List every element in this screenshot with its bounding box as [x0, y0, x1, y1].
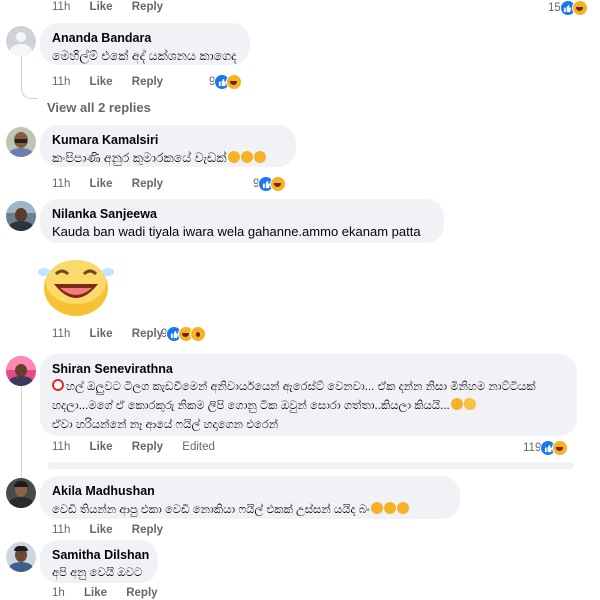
comment-time: 11h: [52, 1, 71, 13]
like-button[interactable]: Like: [90, 76, 113, 88]
reaction-count: 15: [548, 2, 561, 14]
commenter-name[interactable]: Ananda Bandara: [52, 30, 238, 47]
commenter-name[interactable]: Samitha Dilshan: [52, 547, 149, 564]
haha-reaction-icon: [571, 0, 588, 16]
reply-button[interactable]: Reply: [132, 76, 163, 88]
comment-actions: 11h Like Reply: [52, 524, 179, 536]
comment-actions: 1h Like Reply: [52, 587, 174, 599]
comment-text: කංපිපාණි අනුර කුමාරකයේ වැඩක්: [52, 149, 284, 167]
like-button[interactable]: Like: [90, 1, 113, 13]
comment-text-line: ඒවා හරියන්නේ නෑ ආයේ ෆයිල් හදාගෙන එරෙන්: [52, 419, 279, 431]
haha-reaction-icon: [552, 440, 569, 456]
commenter-name[interactable]: Shiran Senevirathna: [52, 361, 571, 378]
reaction-summary[interactable]: 9: [209, 74, 243, 90]
like-button[interactable]: Like: [90, 441, 113, 453]
reply-button[interactable]: Reply: [132, 524, 163, 536]
comment-text-content: හල් ඔලුවට ටිලග කැඩවීමෙන් අනිවාර්යයෙන් ඇර…: [66, 381, 536, 393]
reply-button[interactable]: Reply: [132, 178, 163, 190]
reply-button[interactable]: Reply: [126, 587, 157, 599]
reaction-summary[interactable]: 9: [253, 176, 287, 192]
haha-reaction-icon: [226, 74, 243, 90]
rofl-emoji-icon: [253, 151, 266, 163]
haha-reaction-icon: [270, 176, 287, 192]
comment-time: 11h: [52, 524, 71, 536]
comment-time: 11h: [52, 328, 71, 340]
comment-text-content: වෙඩි තියන්න ආපු එකා වෙඩි නොකියා ෆයිල් එක…: [52, 504, 370, 516]
grin-sweat-emoji-icon: [396, 502, 409, 514]
avatar[interactable]: [6, 478, 36, 508]
view-replies-link[interactable]: View all 2 replies: [47, 100, 151, 115]
reaction-summary[interactable]: 9: [161, 326, 207, 342]
comment-text: අපි අනු වෙයි ඔවට: [52, 567, 143, 579]
comment-actions: 11h Like Reply: [52, 178, 179, 190]
comment-bubble: Ananda Bandara මෙහිල්ම් එකේ අද් යක්ශනය ක…: [40, 23, 250, 65]
commenter-name[interactable]: Nilanka Sanjeewa: [52, 206, 432, 223]
commenter-name[interactable]: Akila Madhushan: [52, 483, 448, 500]
avatar[interactable]: [6, 542, 36, 572]
collapsed-reply-strip: [48, 462, 574, 469]
thread-line: [21, 385, 22, 480]
grin-sweat-emoji-icon: [370, 502, 383, 514]
reaction-count: 119: [523, 442, 542, 454]
wow-reaction-icon: [190, 326, 207, 342]
commenter-name[interactable]: Kumara Kamalsiri: [52, 132, 284, 149]
comment-text: මෙහිල්ම් එකේ අද් යක්ශනය කාගෙද: [52, 49, 237, 63]
grin-sweat-emoji-icon: [383, 502, 396, 514]
reaction-summary[interactable]: 15: [548, 0, 588, 16]
like-button[interactable]: Like: [90, 524, 113, 536]
avatar[interactable]: [6, 26, 36, 56]
like-button[interactable]: Like: [84, 587, 107, 599]
comment-actions: 11h Like Reply: [52, 1, 179, 13]
comment-bubble: Akila Madhushan වෙඩි තියන්න ආපු එකා වෙඩි…: [40, 476, 460, 519]
reply-button[interactable]: Reply: [132, 1, 163, 13]
like-button[interactable]: Like: [90, 328, 113, 340]
comment-actions: 11h Like Reply Edited: [52, 441, 231, 453]
reply-button[interactable]: Reply: [132, 441, 163, 453]
reaction-summary[interactable]: 119: [523, 440, 569, 456]
like-button[interactable]: Like: [90, 178, 113, 190]
comment-text: Kauda ban wadi tiyala iwara wela gahanne…: [52, 224, 421, 239]
comment-time: 1h: [52, 587, 65, 599]
thread-line: [21, 52, 38, 99]
comment-text-line: හදලා...මගේ ඒ කොරකුරු නිකම ලිපි ගොනු ටික …: [52, 397, 571, 416]
comment-bubble: Nilanka Sanjeewa Kauda ban wadi tiyala i…: [40, 199, 444, 243]
comment-bubble: Kumara Kamalsiri කංපිපාණි අනුර කුමාරකයේ …: [40, 125, 296, 167]
comment-actions: 11h Like Reply: [52, 76, 179, 88]
avatar[interactable]: [6, 201, 36, 231]
comment-bubble: Samitha Dilshan අපි අනු වෙයි ඔවට: [40, 540, 158, 583]
comment-text: වෙඩි තියන්න ආපු එකා වෙඩි නොකියා ෆයිල් එක…: [52, 500, 448, 519]
grin-sweat-emoji-icon: [450, 398, 463, 410]
rofl-emoji-icon: [240, 151, 253, 163]
muscle-emoji-icon: [463, 398, 476, 410]
red-circle-emoji-icon: [52, 379, 64, 391]
laughing-sticker: [38, 260, 114, 316]
avatar[interactable]: [6, 127, 36, 157]
edited-label: Edited: [182, 441, 215, 453]
comment-time: 11h: [52, 76, 71, 88]
comment-time: 11h: [52, 178, 71, 190]
comment-text-content: හදලා...මගේ ඒ කොරකුරු නිකම ලිපි ගොනු ටික …: [52, 400, 450, 412]
comment-text-content: කංපිපාණි අනුර කුමාරකයේ වැඩක්: [52, 151, 227, 165]
comment-time: 11h: [52, 441, 71, 453]
avatar[interactable]: [6, 356, 36, 386]
comment-bubble: Shiran Senevirathna හල් ඔලුවට ටිලග කැඩවී…: [40, 354, 577, 436]
comment-text-line: හල් ඔලුවට ටිලග කැඩවීමෙන් අනිවාර්යයෙන් ඇර…: [52, 378, 571, 397]
rofl-emoji-icon: [227, 151, 240, 163]
reply-button[interactable]: Reply: [132, 328, 163, 340]
